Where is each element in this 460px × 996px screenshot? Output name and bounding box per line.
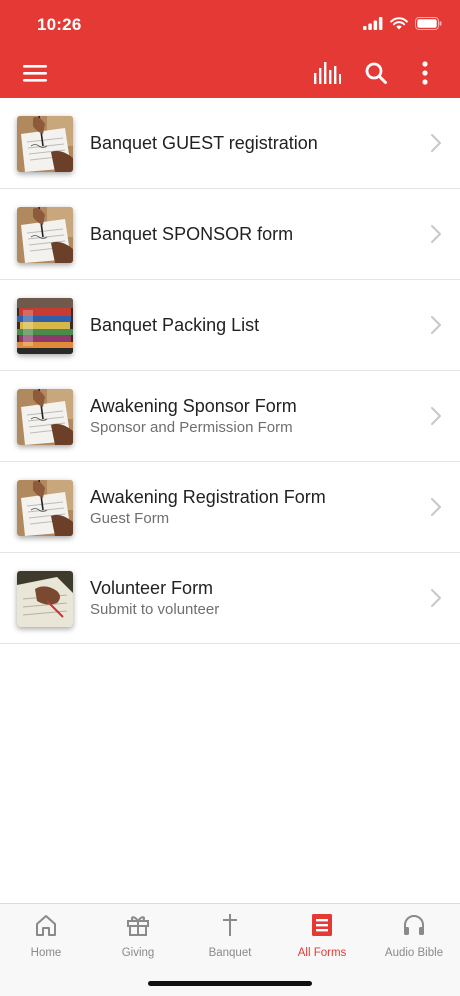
form-title: Banquet Packing List bbox=[90, 315, 260, 335]
chevron-right-icon bbox=[430, 315, 442, 335]
form-subtitle: Submit to volunteer bbox=[90, 600, 220, 618]
forms-list: Banquet GUEST registration Banquet SPONS… bbox=[0, 98, 460, 644]
form-thumbnail bbox=[17, 207, 73, 263]
form-list-icon bbox=[309, 912, 335, 938]
form-thumbnail bbox=[17, 571, 73, 627]
gift-icon bbox=[125, 912, 151, 938]
form-title: Banquet SPONSOR form bbox=[90, 224, 294, 244]
hamburger-menu-icon bbox=[23, 65, 47, 82]
form-thumbnail bbox=[17, 116, 73, 172]
form-text: Banquet Packing List bbox=[90, 280, 420, 370]
cross-icon bbox=[217, 912, 243, 938]
chevron-right-icon bbox=[430, 133, 442, 153]
tab-label: Audio Bible bbox=[384, 947, 444, 959]
status-time: 10:26 bbox=[37, 15, 82, 34]
form-list-item[interactable]: Volunteer Form Submit to volunteer bbox=[0, 553, 460, 644]
chevron-right-icon bbox=[430, 224, 442, 244]
form-text: Awakening Sponsor Form Sponsor and Permis… bbox=[90, 371, 420, 461]
search-button[interactable] bbox=[361, 58, 391, 88]
status-bar: 10:26 bbox=[0, 0, 460, 50]
tab-banquet[interactable]: Banquet bbox=[184, 912, 276, 968]
form-list-item[interactable]: Banquet GUEST registration bbox=[0, 98, 460, 189]
more-options-button[interactable] bbox=[410, 58, 440, 88]
tab-audio-bible[interactable]: Audio Bible bbox=[368, 912, 460, 968]
home-icon bbox=[33, 912, 59, 938]
wifi-icon bbox=[390, 17, 408, 30]
search-icon bbox=[365, 62, 387, 84]
form-title: Awakening Sponsor Form bbox=[90, 395, 297, 416]
tab-giving[interactable]: Giving bbox=[92, 912, 184, 968]
toolbar bbox=[0, 50, 460, 98]
tab-label: Banquet bbox=[208, 947, 252, 959]
tab-label: All Forms bbox=[297, 947, 347, 959]
form-list-item[interactable]: Awakening Registration Form Guest Form bbox=[0, 462, 460, 553]
headphones-icon bbox=[401, 912, 427, 938]
form-subtitle: Sponsor and Permission Form bbox=[90, 418, 293, 436]
system-indicators bbox=[363, 17, 442, 30]
app-bar: 10:26 bbox=[0, 0, 460, 98]
form-list-item[interactable]: Banquet SPONSOR form bbox=[0, 189, 460, 280]
chevron-right-icon bbox=[430, 406, 442, 426]
form-list-item[interactable]: Awakening Sponsor Form Sponsor and Permis… bbox=[0, 371, 460, 462]
tab-home[interactable]: Home bbox=[0, 912, 92, 968]
form-text: Awakening Registration Form Guest Form bbox=[90, 462, 420, 552]
form-list-item[interactable]: Banquet Packing List bbox=[0, 280, 460, 371]
form-text: Banquet GUEST registration bbox=[90, 98, 420, 188]
home-indicator bbox=[148, 981, 312, 986]
form-text: Banquet SPONSOR form bbox=[90, 189, 420, 279]
form-title: Banquet GUEST registration bbox=[90, 133, 318, 153]
form-thumbnail bbox=[17, 298, 73, 354]
tab-label: Giving bbox=[121, 947, 155, 959]
form-text: Volunteer Form Submit to volunteer bbox=[90, 553, 420, 643]
form-subtitle: Guest Form bbox=[90, 509, 170, 527]
audio-levels-button[interactable] bbox=[312, 58, 342, 88]
battery-icon bbox=[415, 17, 442, 30]
bar-chart-icon bbox=[314, 62, 341, 84]
form-title: Volunteer Form bbox=[90, 577, 214, 598]
tab-all-forms[interactable]: All Forms bbox=[276, 912, 368, 968]
form-thumbnail bbox=[17, 480, 73, 536]
form-title: Awakening Registration Form bbox=[90, 486, 326, 507]
more-vertical-icon bbox=[422, 61, 428, 85]
chevron-right-icon bbox=[430, 497, 442, 517]
form-thumbnail bbox=[17, 389, 73, 445]
hamburger-menu-button[interactable] bbox=[20, 58, 50, 88]
chevron-right-icon bbox=[430, 588, 442, 608]
tab-label: Home bbox=[30, 947, 62, 959]
cellular-signal-icon bbox=[363, 17, 383, 30]
